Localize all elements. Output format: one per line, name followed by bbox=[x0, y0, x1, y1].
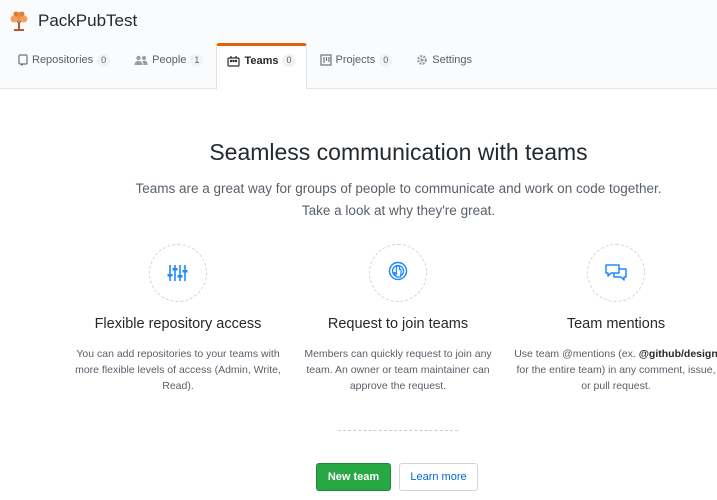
comment-discussion-icon bbox=[605, 264, 627, 281]
tab-projects[interactable]: Projects 0 bbox=[309, 43, 404, 75]
org-name[interactable]: PackPubTest bbox=[38, 10, 137, 32]
team-icon bbox=[227, 55, 241, 67]
tab-counter: 0 bbox=[282, 54, 296, 67]
feature-title: Team mentions bbox=[566, 316, 666, 332]
feature-title: Flexible repository access bbox=[94, 316, 262, 332]
tab-label: Projects bbox=[335, 54, 376, 66]
feature-request-join: Request to join teams Members can quickl… bbox=[288, 244, 508, 394]
tab-counter: 0 bbox=[97, 53, 111, 67]
blankslate-desc-line2: Take a look at why they're great. bbox=[301, 203, 496, 218]
blankslate-description: Teams are a great way for groups of peop… bbox=[0, 178, 717, 222]
feature-text-before: Use team @mentions (ex. bbox=[514, 348, 636, 360]
feature-icon-circle bbox=[149, 244, 207, 302]
gear-icon bbox=[416, 54, 428, 66]
feature-text: Use team @mentions (ex. @github/design f… bbox=[506, 346, 717, 394]
blankslate-title: Seamless communication with teams bbox=[209, 139, 588, 165]
feature-icon-circle bbox=[369, 244, 427, 302]
mention-example: @github/design bbox=[638, 348, 717, 360]
tab-label: Settings bbox=[432, 54, 473, 66]
tab-teams[interactable]: Teams 0 bbox=[216, 43, 307, 90]
learn-more-button[interactable]: Learn more bbox=[399, 463, 478, 491]
org-header: PackPubTest Repositories 0 People 1 Team… bbox=[0, 0, 717, 90]
repo-icon bbox=[18, 54, 28, 66]
feature-icon-circle bbox=[587, 244, 645, 302]
sliders-icon bbox=[167, 265, 188, 281]
new-team-button[interactable]: New team bbox=[316, 463, 391, 491]
tab-people[interactable]: People 1 bbox=[123, 43, 214, 75]
feature-title: Request to join teams bbox=[327, 316, 469, 332]
tab-label: Teams bbox=[244, 54, 279, 67]
tab-counter: 1 bbox=[190, 53, 204, 67]
feature-text: You can add repositories to your teams w… bbox=[75, 348, 281, 392]
tab-repositories[interactable]: Repositories 0 bbox=[7, 43, 121, 75]
org-title-row: PackPubTest bbox=[8, 10, 137, 32]
feature-text-after: for the entire team) in any comment, iss… bbox=[516, 364, 716, 392]
feature-flexible-access: Flexible repository access You can add r… bbox=[68, 244, 288, 394]
tab-label: People bbox=[152, 54, 187, 66]
dashed-divider bbox=[338, 430, 458, 431]
feature-text: Members can quickly request to join any … bbox=[304, 348, 492, 392]
project-icon bbox=[319, 54, 332, 66]
tab-label: Repositories bbox=[32, 54, 94, 66]
feature-team-mentions: Team mentions Use team @mentions (ex. @g… bbox=[506, 244, 717, 394]
tree-logo-icon bbox=[10, 11, 28, 31]
hand-raise-icon bbox=[388, 261, 408, 281]
tab-counter: 0 bbox=[379, 53, 393, 67]
blankslate-desc-line1: Teams are a great way for groups of peop… bbox=[135, 181, 662, 196]
org-avatar[interactable] bbox=[8, 10, 30, 32]
people-icon bbox=[134, 55, 148, 66]
tab-settings[interactable]: Settings bbox=[405, 43, 483, 75]
org-nav-tabs: Repositories 0 People 1 Teams 0 Projects… bbox=[7, 43, 485, 90]
